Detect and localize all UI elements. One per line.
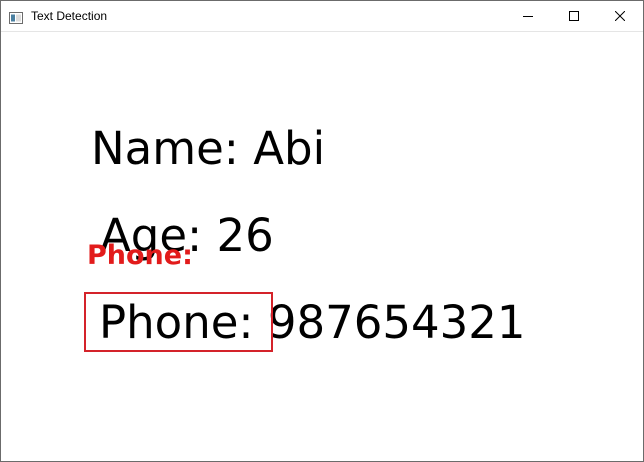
app-window: Text Detection Name: Abi Age: 26 Phone: … bbox=[0, 0, 644, 462]
minimize-button[interactable] bbox=[505, 1, 551, 31]
name-text: Name: Abi bbox=[91, 122, 326, 175]
image-canvas: Name: Abi Age: 26 Phone: 987654321 Phone… bbox=[1, 32, 643, 461]
maximize-icon bbox=[569, 11, 579, 21]
detection-bounding-box bbox=[84, 292, 273, 352]
title-bar[interactable]: Text Detection bbox=[1, 1, 643, 32]
close-button[interactable] bbox=[597, 1, 643, 31]
minimize-icon bbox=[523, 16, 533, 17]
close-icon bbox=[615, 11, 625, 21]
window-title: Text Detection bbox=[31, 9, 108, 23]
maximize-button[interactable] bbox=[551, 1, 597, 31]
detection-label: Phone: bbox=[87, 240, 193, 271]
window-app-icon bbox=[9, 9, 23, 24]
